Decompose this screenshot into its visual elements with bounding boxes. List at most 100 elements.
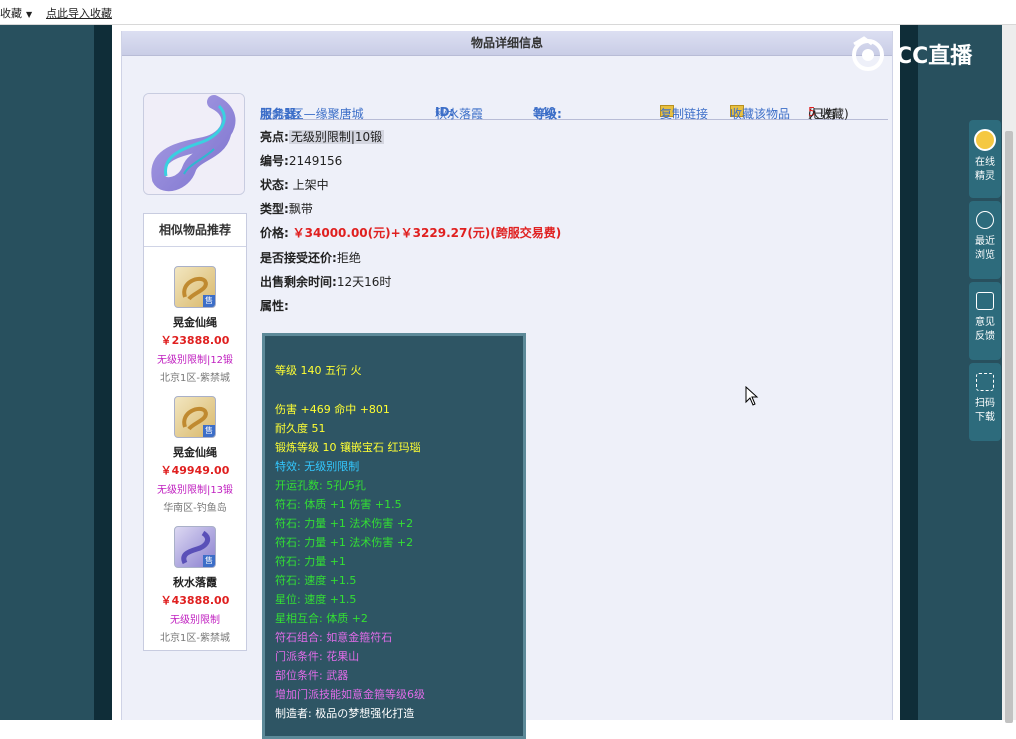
similar-item-name[interactable]: 晃金仙绳: [144, 444, 246, 460]
attribute-line: 门派条件: 花果山: [275, 650, 360, 663]
similar-item-name[interactable]: 晃金仙绳: [144, 314, 246, 330]
edit-icon: [976, 292, 994, 310]
similar-item-level: 无级别限制: [170, 615, 220, 626]
attribute-line: 符石: 力量 +1: [275, 555, 346, 568]
attribute-line: 星相互合: 体质 +2: [275, 612, 368, 625]
sidebar-label: 最近 浏览: [975, 236, 995, 261]
similar-items-panel: 相似物品推荐 售 晃金仙绳 ￥23888.00 无级别限制|12锻 北京1区-紫…: [143, 213, 247, 651]
attribute-line: 符石组合: 如意金箍符石: [275, 631, 393, 644]
rope-item-icon[interactable]: 售: [174, 396, 216, 438]
counter-offer-row: 是否接受还价:拒绝: [260, 249, 361, 266]
highlight-row: 亮点: 无级别限制|10锻: [260, 128, 385, 145]
attribute-line: 符石: 力量 +1 法术伤害 +2: [275, 536, 414, 549]
attribute-line: 开运孔数: 5孔/5孔: [275, 479, 366, 492]
detail-panel: 物品详细信息 相似物品推荐 售 晃金仙绳 ￥23888.00 无级别限制|12锻…: [112, 25, 900, 739]
similar-item-level: 无级别限制|12锻: [156, 355, 234, 366]
highlight-key: 亮点:: [260, 130, 289, 144]
server-value: 河北1区—缘聚唐城: [260, 107, 364, 121]
favorites-menu[interactable]: 收藏 ▼: [0, 5, 32, 21]
scrollbar-thumb[interactable]: [1005, 131, 1013, 723]
page-scrollbar[interactable]: [1002, 25, 1016, 723]
type-row: 类型:飘带: [260, 200, 313, 217]
scan-download-button[interactable]: 扫码 下载: [969, 363, 1001, 441]
clock-icon: [976, 211, 994, 229]
type-value: 飘带: [288, 202, 313, 216]
status-key: 状态:: [260, 178, 289, 192]
favorites-bar: 收藏 ▼ 点此导入收藏: [0, 0, 1016, 25]
number-key: 编号:: [260, 154, 289, 168]
recent-browse-button[interactable]: 最近 浏览: [969, 201, 1001, 279]
detail-panel-inner: 物品详细信息 相似物品推荐 售 晃金仙绳 ￥23888.00 无级别限制|12锻…: [121, 31, 893, 739]
item-info-bar: 服务器: 河北1区—缘聚唐城 ID: 秋水落霞 等级: 140 复制链接 收藏该物品 …: [260, 93, 888, 121]
ribbon-item-icon[interactable]: 售: [174, 526, 216, 568]
online-assistant-button[interactable]: 在线 精灵: [969, 120, 1001, 198]
ribbon-item-icon: [144, 94, 244, 194]
price-value: ￥34000.00(元)+￥3229.27(元)(跨服交易费): [292, 226, 562, 240]
left-border-strip: [94, 25, 112, 720]
sale-tag: 售: [203, 555, 215, 567]
remaining-time-row: 出售剩余时间:12天16时: [260, 273, 391, 290]
price-row: 价格: ￥34000.00(元)+￥3229.27(元)(跨服交易费): [260, 224, 561, 241]
rope-item-icon[interactable]: 售: [174, 266, 216, 308]
type-key: 类型:: [260, 202, 289, 216]
similar-item-server: 华南区-钓鱼岛: [163, 503, 227, 514]
similar-item-name[interactable]: 秋水落霞: [144, 574, 246, 590]
sidebar-label: 扫码 下载: [975, 398, 995, 423]
attribute-line: 伤害 +469 命中 +801: [275, 403, 390, 416]
cc-live-logo: CC直播: [850, 36, 990, 72]
similar-items-title: 相似物品推荐: [144, 214, 246, 247]
attribute-line: 特效: 无级别限制: [275, 460, 360, 473]
counter-offer-key: 是否接受还价:: [260, 251, 337, 265]
avatar-icon: [974, 129, 996, 151]
sale-tag: 售: [203, 295, 215, 307]
similar-item-price: ￥23888.00: [160, 334, 230, 347]
similar-item[interactable]: 售 晃金仙绳 ￥23888.00 无级别限制|12锻 北京1区-紫禁城: [144, 266, 246, 384]
logo-icon: [852, 36, 884, 71]
attribute-line: 符石: 力量 +1 法术伤害 +2: [275, 517, 414, 530]
id-value: 秋水落霞: [435, 107, 484, 121]
status-value: 上架中: [292, 178, 329, 192]
remaining-time-key: 出售剩余时间:: [260, 275, 337, 289]
attribute-line: 制造者: 极品の梦想强化打造: [275, 707, 415, 720]
similar-item[interactable]: 售 秋水落霞 ￥43888.00 无级别限制 北京1区-紫禁城: [144, 526, 246, 644]
similar-item[interactable]: 售 晃金仙绳 ￥49949.00 无级别限制|13锻 华南区-钓鱼岛: [144, 396, 246, 514]
attribute-line: 部位条件: 武器: [275, 669, 349, 682]
feedback-button[interactable]: 意见 反馈: [969, 282, 1001, 360]
right-border-strip: [900, 25, 918, 720]
attributes-box: 等级 140 五行 火伤害 +469 命中 +801 耐久度 51 锻炼等级 10 …: [262, 333, 526, 739]
import-favorites-link[interactable]: 点此导入收藏: [46, 5, 112, 21]
favorite-item-label: 收藏该物品: [730, 107, 791, 121]
sidebar-label: 在线 精灵: [975, 157, 995, 182]
attribute-line: 符石: 体质 +1 伤害 +1.5: [275, 498, 402, 511]
attribute-line: 符石: 速度 +1.5: [275, 574, 357, 587]
attribute-line: 增加门派技能如意金箍等级6级: [275, 688, 425, 701]
copy-link-label: 复制链接: [660, 107, 709, 121]
mouse-cursor-icon: [745, 386, 759, 406]
highlight-value: 无级别限制|10锻: [288, 130, 385, 144]
sidebar-label: 意见 反馈: [975, 317, 995, 342]
similar-item-price: ￥49949.00: [160, 464, 230, 477]
similar-item-server: 北京1区-紫禁城: [160, 633, 230, 644]
similar-item-server: 北京1区-紫禁城: [160, 373, 230, 384]
attribute-line: 锻炼等级 10 镶嵌宝石 红玛瑙: [275, 441, 421, 454]
sale-tag: 售: [203, 425, 215, 437]
remaining-time-value: 12天16时: [336, 275, 392, 289]
favorites-label: 收藏: [0, 7, 22, 20]
favorite-count-suffix: 人收藏): [808, 107, 849, 121]
number-row: 编号:2149156: [260, 152, 342, 169]
panel-title: 物品详细信息: [122, 31, 892, 56]
counter-offer-value: 拒绝: [336, 251, 361, 265]
attribute-line: 等级 140 五行 火: [275, 364, 362, 377]
attribute-line: 星位: 速度 +1.5: [275, 593, 357, 606]
logo-text: CC直播: [896, 44, 973, 69]
attribute-line: 耐久度 51: [275, 422, 326, 435]
level-value: 140: [533, 105, 556, 119]
attributes-key: 属性:: [260, 299, 289, 313]
similar-item-level: 无级别限制|13锻: [156, 485, 234, 496]
item-image: [143, 93, 245, 195]
number-value: 2149156: [288, 154, 343, 168]
chevron-down-icon: ▼: [26, 10, 33, 19]
status-row: 状态: 上架中: [260, 176, 329, 193]
attributes-row: 属性:: [260, 297, 289, 314]
scan-icon: [976, 373, 994, 391]
